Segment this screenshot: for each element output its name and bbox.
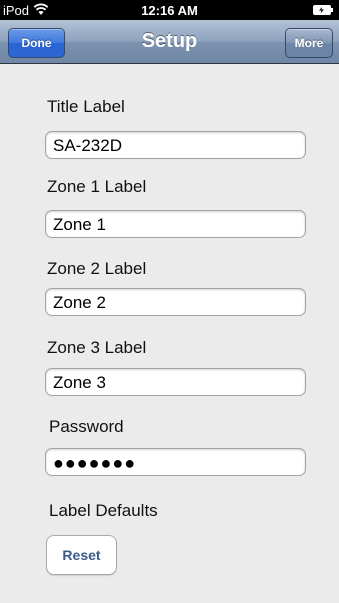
status-time: 12:16 AM <box>141 3 198 18</box>
zone2-label-heading: Zone 2 Label <box>47 259 147 278</box>
zone3-label-input[interactable]: Zone 3 <box>45 368 306 396</box>
zone2-label-input[interactable]: Zone 2 <box>45 288 306 316</box>
password-input[interactable]: ●●●●●●● <box>45 448 306 476</box>
title-label-input[interactable]: SA-232D <box>45 131 306 159</box>
battery-icon <box>313 5 333 15</box>
zone1-label-input[interactable]: Zone 1 <box>45 210 306 238</box>
zone1-label-heading: Zone 1 Label <box>47 177 147 196</box>
navigation-bar: Done Setup More <box>0 20 339 64</box>
more-button[interactable]: More <box>285 28 333 58</box>
status-bar: iPod 12:16 AM <box>0 0 339 20</box>
label-defaults-heading: Label Defaults <box>49 501 158 520</box>
title-label-heading: Title Label <box>47 97 125 116</box>
password-heading: Password <box>49 417 124 436</box>
zone3-label-heading: Zone 3 Label <box>47 338 147 357</box>
reset-button[interactable]: Reset <box>46 535 117 575</box>
